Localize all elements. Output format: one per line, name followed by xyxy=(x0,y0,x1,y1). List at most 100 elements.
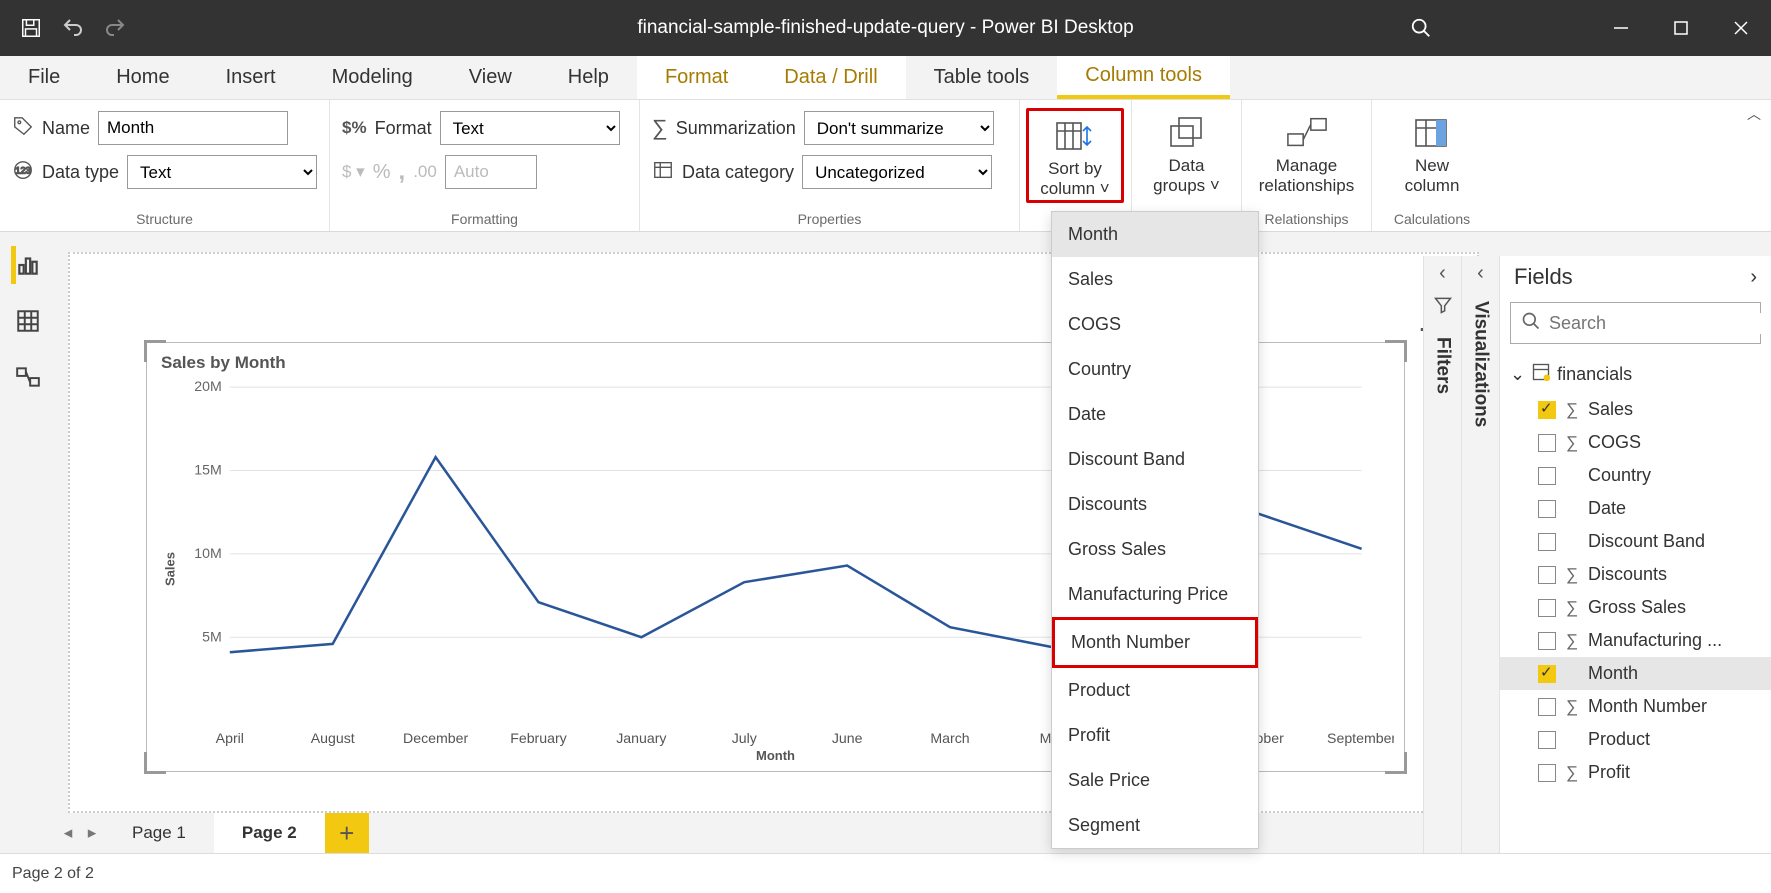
field-discounts[interactable]: ∑Discounts xyxy=(1500,558,1771,591)
page-tab-2[interactable]: Page 2 xyxy=(214,813,325,853)
chevron-left-icon: ‹ xyxy=(1477,262,1484,285)
tab-insert[interactable]: Insert xyxy=(198,56,304,99)
tab-view[interactable]: View xyxy=(441,56,540,99)
sigma-icon: ∑ xyxy=(1564,433,1580,453)
summ-select[interactable]: Don't summarize xyxy=(804,111,994,145)
chevron-down-icon: ˅ xyxy=(1205,176,1220,195)
checkbox-icon[interactable] xyxy=(1538,434,1556,452)
undo-icon[interactable] xyxy=(60,15,86,41)
redo-icon[interactable] xyxy=(102,15,128,41)
checkbox-icon[interactable] xyxy=(1538,599,1556,617)
field-month-number[interactable]: ∑Month Number xyxy=(1500,690,1771,723)
checkbox-icon[interactable] xyxy=(1538,632,1556,650)
sort-option-date[interactable]: Date xyxy=(1052,392,1258,437)
sort-option-profit[interactable]: Profit xyxy=(1052,713,1258,758)
tab-modeling[interactable]: Modeling xyxy=(304,56,441,99)
data-groups-button[interactable]: Datagroups ˅ xyxy=(1144,108,1229,197)
field-month[interactable]: Month xyxy=(1500,657,1771,690)
field-profit[interactable]: ∑Profit xyxy=(1500,756,1771,789)
field-gross-sales[interactable]: ∑Gross Sales xyxy=(1500,591,1771,624)
svg-text:April: April xyxy=(216,730,244,746)
tab-file[interactable]: File xyxy=(0,56,88,99)
chevron-down-icon: ˅ xyxy=(1095,179,1110,198)
page-next-button[interactable]: ▸ xyxy=(80,813,104,853)
model-view-button[interactable] xyxy=(11,360,45,394)
new-column-button[interactable]: Newcolumn xyxy=(1384,108,1480,197)
save-icon[interactable] xyxy=(18,15,44,41)
fields-table-header[interactable]: ⌄ financials xyxy=(1500,356,1771,393)
field-discount-band[interactable]: Discount Band xyxy=(1500,525,1771,558)
currency-button[interactable]: $ ▾ xyxy=(342,162,365,182)
page-prev-button[interactable]: ◂ xyxy=(56,813,80,853)
field-sales[interactable]: ∑Sales xyxy=(1500,393,1771,426)
field-label: Manufacturing ... xyxy=(1588,630,1722,651)
field-label: Gross Sales xyxy=(1588,597,1686,618)
cat-select[interactable]: Uncategorized xyxy=(802,155,992,189)
report-canvas[interactable]: ⋯ Sales by Month Sales Month 5M10M15M20M… xyxy=(68,252,1479,813)
add-page-button[interactable]: + xyxy=(325,813,369,853)
checkbox-icon[interactable] xyxy=(1538,731,1556,749)
field-label: Month Number xyxy=(1588,696,1707,717)
field-label: Month xyxy=(1588,663,1638,684)
checkbox-icon[interactable] xyxy=(1538,566,1556,584)
sort-option-discounts[interactable]: Discounts xyxy=(1052,482,1258,527)
sort-dropdown: MonthSalesCOGSCountryDateDiscount BandDi… xyxy=(1051,211,1259,849)
sort-option-sales[interactable]: Sales xyxy=(1052,257,1258,302)
sigma-icon: ∑ xyxy=(652,115,668,141)
viz-pane[interactable]: ‹ Visualizations xyxy=(1461,256,1499,853)
checkbox-icon[interactable] xyxy=(1538,500,1556,518)
field-country[interactable]: Country xyxy=(1500,459,1771,492)
page-tab-1[interactable]: Page 1 xyxy=(104,813,214,853)
sort-option-manufacturing-price[interactable]: Manufacturing Price xyxy=(1052,572,1258,617)
sigma-icon: ∑ xyxy=(1564,763,1580,783)
tab-help[interactable]: Help xyxy=(540,56,637,99)
data-view-button[interactable] xyxy=(11,304,45,338)
minimize-icon[interactable] xyxy=(1591,0,1651,56)
fields-search-input[interactable] xyxy=(1549,313,1771,334)
report-view-button[interactable] xyxy=(11,248,45,282)
field-manufacturing-[interactable]: ∑Manufacturing ... xyxy=(1500,624,1771,657)
sort-option-gross-sales[interactable]: Gross Sales xyxy=(1052,527,1258,572)
sort-option-country[interactable]: Country xyxy=(1052,347,1258,392)
tab-format[interactable]: Format xyxy=(637,56,756,99)
close-icon[interactable] xyxy=(1711,0,1771,56)
fields-pane: Fields › ⌄ financials ∑Sales∑COGSCountry… xyxy=(1499,256,1771,853)
comma-button[interactable]: , xyxy=(399,158,406,186)
fields-search[interactable] xyxy=(1510,302,1761,344)
sort-option-month-number[interactable]: Month Number xyxy=(1052,617,1258,668)
chevron-right-icon[interactable]: › xyxy=(1750,266,1757,289)
sort-option-discount-band[interactable]: Discount Band xyxy=(1052,437,1258,482)
sort-option-product[interactable]: Product xyxy=(1052,668,1258,713)
checkbox-icon[interactable] xyxy=(1538,698,1556,716)
manage-relationships-button[interactable]: Managerelationships xyxy=(1254,108,1359,197)
sort-option-segment[interactable]: Segment xyxy=(1052,803,1258,848)
datatype-select[interactable]: Text xyxy=(127,155,317,189)
filters-pane[interactable]: ‹ Filters xyxy=(1423,256,1461,853)
checkbox-icon[interactable] xyxy=(1538,467,1556,485)
field-cogs[interactable]: ∑COGS xyxy=(1500,426,1771,459)
percent-button[interactable]: % xyxy=(373,161,391,184)
tab-table-tools[interactable]: Table tools xyxy=(906,56,1058,99)
sort-by-column-button[interactable]: Sort bycolumn ˅ xyxy=(1026,108,1124,203)
tab-home[interactable]: Home xyxy=(88,56,197,99)
checkbox-icon[interactable] xyxy=(1538,401,1556,419)
decimals-button[interactable]: .00 xyxy=(413,162,437,182)
collapse-ribbon-icon[interactable]: ︿ xyxy=(1747,104,1761,124)
sort-option-month[interactable]: Month xyxy=(1052,212,1258,257)
name-input[interactable] xyxy=(98,111,288,145)
format-select[interactable]: Text xyxy=(440,111,620,145)
search-icon[interactable] xyxy=(1391,0,1451,56)
tab-column-tools[interactable]: Column tools xyxy=(1057,56,1230,99)
checkbox-icon[interactable] xyxy=(1538,665,1556,683)
svg-text:February: February xyxy=(510,730,567,746)
field-product[interactable]: Product xyxy=(1500,723,1771,756)
maximize-icon[interactable] xyxy=(1651,0,1711,56)
checkbox-icon[interactable] xyxy=(1538,533,1556,551)
sort-option-sale-price[interactable]: Sale Price xyxy=(1052,758,1258,803)
category-icon xyxy=(652,159,674,186)
checkbox-icon[interactable] xyxy=(1538,764,1556,782)
field-date[interactable]: Date xyxy=(1500,492,1771,525)
sort-option-cogs[interactable]: COGS xyxy=(1052,302,1258,347)
svg-text:5M: 5M xyxy=(202,628,222,644)
tab-data-drill[interactable]: Data / Drill xyxy=(756,56,905,99)
